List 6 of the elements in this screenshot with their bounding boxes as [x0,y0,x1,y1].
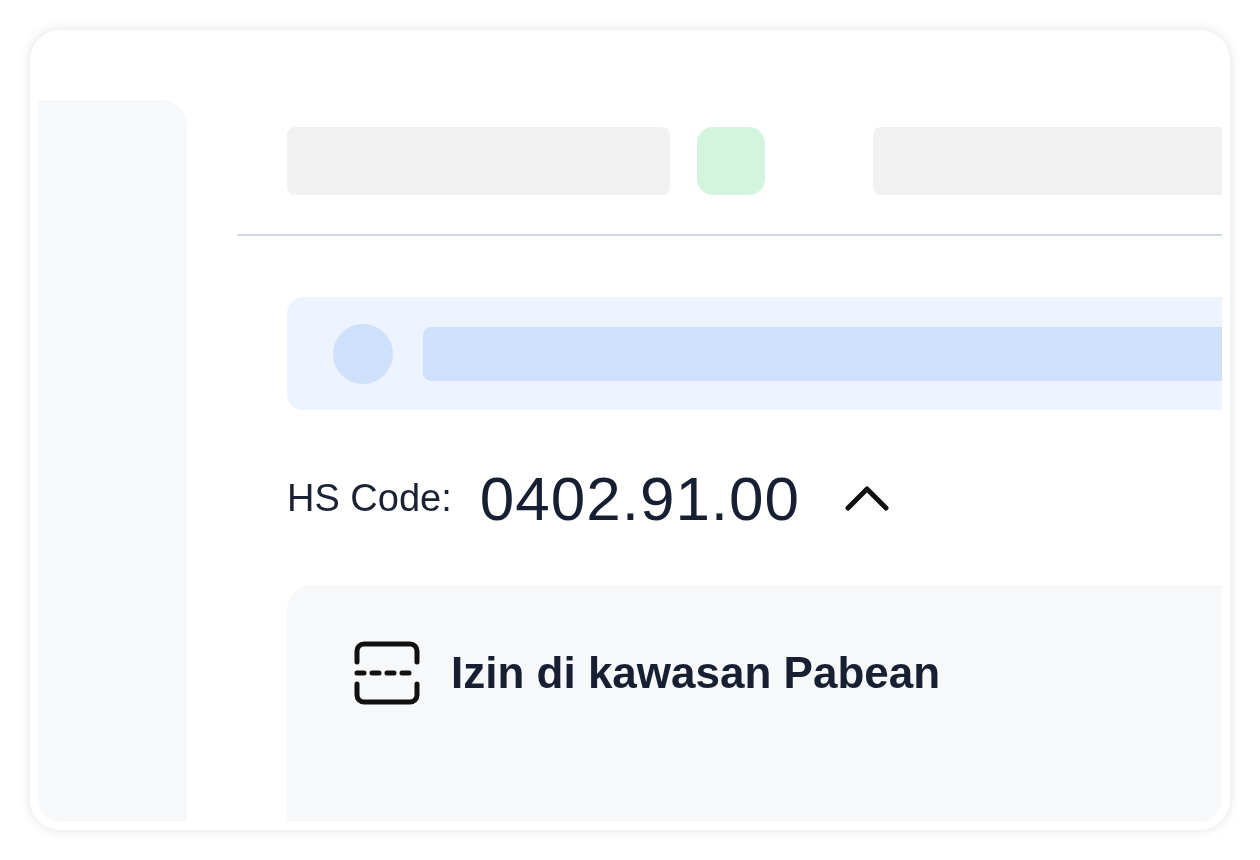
chevron-icon[interactable] [844,484,891,512]
scan-icon [353,640,421,706]
hs-code-value: 0402.91.00 [479,462,801,534]
skeleton-badge [697,127,765,195]
section-title: Izin di kawasan Pabean [451,648,941,698]
hs-code-label: HS Code: [287,476,452,520]
